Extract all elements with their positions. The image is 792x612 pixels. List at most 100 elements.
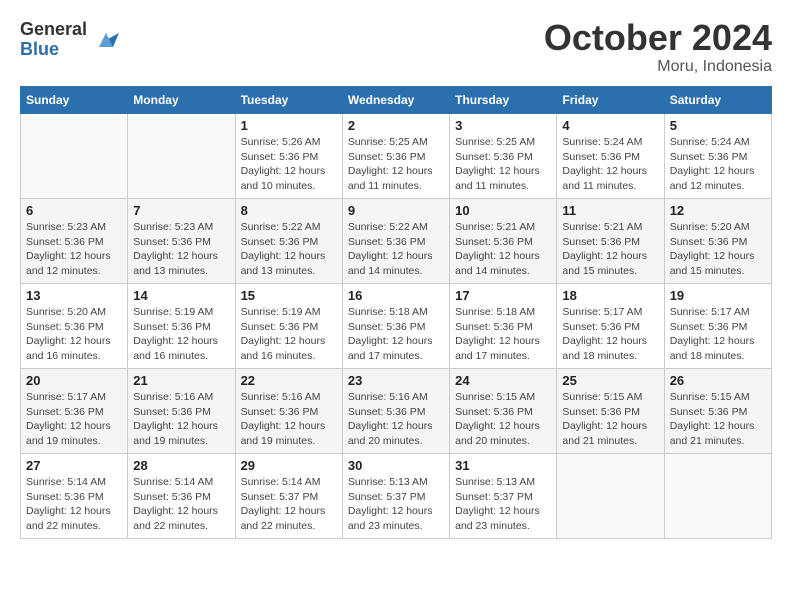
calendar-cell: 9 Sunrise: 5:22 AM Sunset: 5:36 PM Daylig… — [342, 199, 449, 284]
logo: General Blue — [20, 20, 121, 60]
col-friday: Friday — [557, 87, 664, 114]
day-number: 18 — [562, 288, 658, 303]
location: Moru, Indonesia — [544, 58, 772, 76]
day-info: Sunrise: 5:22 AM Sunset: 5:36 PM Dayligh… — [241, 220, 337, 279]
calendar-cell: 18 Sunrise: 5:17 AM Sunset: 5:36 PM Dayli… — [557, 284, 664, 369]
day-number: 29 — [241, 458, 337, 473]
header-row: Sunday Monday Tuesday Wednesday Thursday… — [21, 87, 772, 114]
calendar-cell — [664, 454, 771, 539]
col-saturday: Saturday — [664, 87, 771, 114]
calendar-cell: 7 Sunrise: 5:23 AM Sunset: 5:36 PM Daylig… — [128, 199, 235, 284]
day-info: Sunrise: 5:17 AM Sunset: 5:36 PM Dayligh… — [26, 390, 122, 449]
day-number: 30 — [348, 458, 444, 473]
calendar-cell: 15 Sunrise: 5:19 AM Sunset: 5:36 PM Dayli… — [235, 284, 342, 369]
col-tuesday: Tuesday — [235, 87, 342, 114]
calendar-cell: 26Sunrise: 5:15 AM Sunset: 5:36 PM Dayli… — [664, 369, 771, 454]
day-number: 19 — [670, 288, 766, 303]
day-number: 9 — [348, 203, 444, 218]
day-number: 14 — [133, 288, 229, 303]
calendar-cell: 22Sunrise: 5:16 AM Sunset: 5:36 PM Dayli… — [235, 369, 342, 454]
day-number: 21 — [133, 373, 229, 388]
day-number: 23 — [348, 373, 444, 388]
day-number: 20 — [26, 373, 122, 388]
day-info: Sunrise: 5:26 AM Sunset: 5:36 PM Dayligh… — [241, 135, 337, 194]
day-number: 11 — [562, 203, 658, 218]
day-number: 1 — [241, 118, 337, 133]
day-info: Sunrise: 5:14 AM Sunset: 5:37 PM Dayligh… — [241, 475, 337, 534]
calendar-cell: 4Sunrise: 5:24 AM Sunset: 5:36 PM Daylig… — [557, 114, 664, 199]
calendar-cell: 13Sunrise: 5:20 AM Sunset: 5:36 PM Dayli… — [21, 284, 128, 369]
calendar-cell: 31 Sunrise: 5:13 AM Sunset: 5:37 PM Dayli… — [450, 454, 557, 539]
day-number: 2 — [348, 118, 444, 133]
calendar-cell: 14 Sunrise: 5:19 AM Sunset: 5:36 PM Dayli… — [128, 284, 235, 369]
day-info: Sunrise: 5:25 AM Sunset: 5:36 PM Dayligh… — [455, 135, 551, 194]
calendar-cell: 10Sunrise: 5:21 AM Sunset: 5:36 PM Dayli… — [450, 199, 557, 284]
day-info: Sunrise: 5:13 AM Sunset: 5:37 PM Dayligh… — [455, 475, 551, 534]
month-title: October 2024 — [544, 20, 772, 56]
calendar-week-4: 27Sunrise: 5:14 AM Sunset: 5:36 PM Dayli… — [21, 454, 772, 539]
calendar-cell: 29 Sunrise: 5:14 AM Sunset: 5:37 PM Dayli… — [235, 454, 342, 539]
calendar-cell: 20 Sunrise: 5:17 AM Sunset: 5:36 PM Dayli… — [21, 369, 128, 454]
day-info: Sunrise: 5:19 AM Sunset: 5:36 PM Dayligh… — [133, 305, 229, 364]
day-number: 31 — [455, 458, 551, 473]
calendar-cell: 2 Sunrise: 5:25 AM Sunset: 5:36 PM Daylig… — [342, 114, 449, 199]
calendar-cell: 11 Sunrise: 5:21 AM Sunset: 5:36 PM Dayli… — [557, 199, 664, 284]
calendar-week-3: 20 Sunrise: 5:17 AM Sunset: 5:36 PM Dayli… — [21, 369, 772, 454]
day-info: Sunrise: 5:17 AM Sunset: 5:36 PM Dayligh… — [670, 305, 766, 364]
day-number: 3 — [455, 118, 551, 133]
logo-blue-text: Blue — [20, 40, 87, 60]
calendar-cell: 16 Sunrise: 5:18 AM Sunset: 5:36 PM Dayli… — [342, 284, 449, 369]
day-number: 28 — [133, 458, 229, 473]
day-info: Sunrise: 5:19 AM Sunset: 5:36 PM Dayligh… — [241, 305, 337, 364]
col-monday: Monday — [128, 87, 235, 114]
calendar-cell: 3 Sunrise: 5:25 AM Sunset: 5:36 PM Daylig… — [450, 114, 557, 199]
day-info: Sunrise: 5:25 AM Sunset: 5:36 PM Dayligh… — [348, 135, 444, 194]
day-number: 5 — [670, 118, 766, 133]
calendar-cell: 6Sunrise: 5:23 AM Sunset: 5:36 PM Daylig… — [21, 199, 128, 284]
day-info: Sunrise: 5:15 AM Sunset: 5:36 PM Dayligh… — [455, 390, 551, 449]
calendar-week-2: 13Sunrise: 5:20 AM Sunset: 5:36 PM Dayli… — [21, 284, 772, 369]
calendar-cell — [21, 114, 128, 199]
day-info: Sunrise: 5:18 AM Sunset: 5:36 PM Dayligh… — [348, 305, 444, 364]
calendar-cell: 28Sunrise: 5:14 AM Sunset: 5:36 PM Dayli… — [128, 454, 235, 539]
day-number: 16 — [348, 288, 444, 303]
day-number: 12 — [670, 203, 766, 218]
day-number: 15 — [241, 288, 337, 303]
calendar-cell: 12 Sunrise: 5:20 AM Sunset: 5:36 PM Dayli… — [664, 199, 771, 284]
calendar-cell: 5Sunrise: 5:24 AM Sunset: 5:36 PM Daylig… — [664, 114, 771, 199]
calendar-cell: 30 Sunrise: 5:13 AM Sunset: 5:37 PM Dayli… — [342, 454, 449, 539]
day-info: Sunrise: 5:21 AM Sunset: 5:36 PM Dayligh… — [455, 220, 551, 279]
day-info: Sunrise: 5:16 AM Sunset: 5:36 PM Dayligh… — [348, 390, 444, 449]
calendar-cell — [557, 454, 664, 539]
calendar-cell: 8 Sunrise: 5:22 AM Sunset: 5:36 PM Daylig… — [235, 199, 342, 284]
day-info: Sunrise: 5:16 AM Sunset: 5:36 PM Dayligh… — [241, 390, 337, 449]
day-info: Sunrise: 5:21 AM Sunset: 5:36 PM Dayligh… — [562, 220, 658, 279]
day-info: Sunrise: 5:13 AM Sunset: 5:37 PM Dayligh… — [348, 475, 444, 534]
day-info: Sunrise: 5:23 AM Sunset: 5:36 PM Dayligh… — [133, 220, 229, 279]
day-info: Sunrise: 5:22 AM Sunset: 5:36 PM Dayligh… — [348, 220, 444, 279]
day-info: Sunrise: 5:15 AM Sunset: 5:36 PM Dayligh… — [670, 390, 766, 449]
title-area: October 2024 Moru, Indonesia — [544, 20, 772, 76]
day-number: 25 — [562, 373, 658, 388]
calendar-cell: 27Sunrise: 5:14 AM Sunset: 5:36 PM Dayli… — [21, 454, 128, 539]
day-info: Sunrise: 5:15 AM Sunset: 5:36 PM Dayligh… — [562, 390, 658, 449]
calendar-cell — [128, 114, 235, 199]
logo-icon — [91, 25, 121, 55]
day-info: Sunrise: 5:20 AM Sunset: 5:36 PM Dayligh… — [670, 220, 766, 279]
day-number: 7 — [133, 203, 229, 218]
day-number: 27 — [26, 458, 122, 473]
day-info: Sunrise: 5:16 AM Sunset: 5:36 PM Dayligh… — [133, 390, 229, 449]
calendar-week-1: 6Sunrise: 5:23 AM Sunset: 5:36 PM Daylig… — [21, 199, 772, 284]
day-info: Sunrise: 5:17 AM Sunset: 5:36 PM Dayligh… — [562, 305, 658, 364]
calendar-cell: 1 Sunrise: 5:26 AM Sunset: 5:36 PM Daylig… — [235, 114, 342, 199]
day-number: 8 — [241, 203, 337, 218]
col-sunday: Sunday — [21, 87, 128, 114]
calendar-table: Sunday Monday Tuesday Wednesday Thursday… — [20, 86, 772, 539]
day-number: 17 — [455, 288, 551, 303]
day-number: 4 — [562, 118, 658, 133]
logo-general-text: General — [20, 20, 87, 40]
calendar-week-0: 1 Sunrise: 5:26 AM Sunset: 5:36 PM Daylig… — [21, 114, 772, 199]
col-wednesday: Wednesday — [342, 87, 449, 114]
header: General Blue October 2024 Moru, Indonesi… — [20, 20, 772, 76]
calendar-cell: 24Sunrise: 5:15 AM Sunset: 5:36 PM Dayli… — [450, 369, 557, 454]
